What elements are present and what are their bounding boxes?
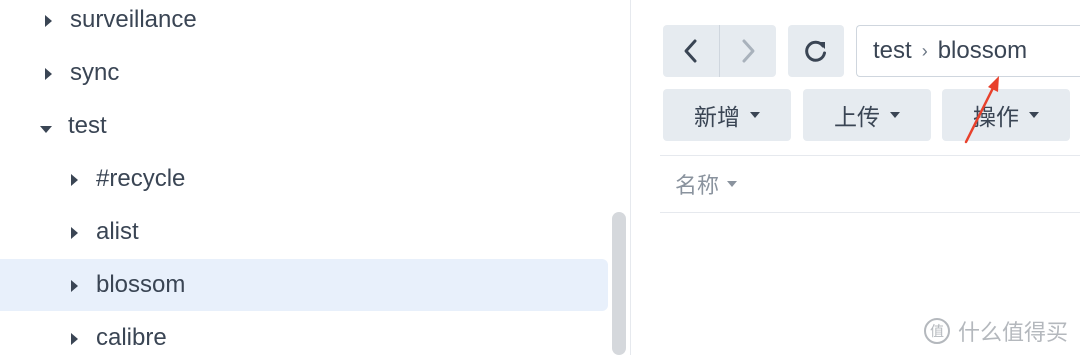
create-button[interactable]: 新增 [663,89,791,141]
tree-item-recycle[interactable]: #recycle [0,153,608,205]
tree-item-label: #recycle [96,165,186,192]
upload-button[interactable]: 上传 [803,89,931,141]
tree-item-label: alist [96,218,139,245]
tree-item-label: calibre [96,324,167,351]
forward-button[interactable] [720,25,776,77]
upload-label: 上传 [834,104,880,130]
folder-tree: surveillance sync test #recycle alist bl… [0,0,631,355]
tree-item-surveillance[interactable]: surveillance [0,0,608,46]
chevron-left-icon [684,39,697,63]
tree-item-label: surveillance [70,6,197,33]
caret-right-icon[interactable] [38,6,58,34]
tree-item-calibre[interactable]: calibre [0,312,608,355]
caret-right-icon[interactable] [64,218,84,246]
file-pane: test › blossom 新增 上传 操作 名称 值 什么值得买 [632,0,1080,355]
file-station-window: surveillance sync test #recycle alist bl… [0,0,1080,355]
tree-item-alist[interactable]: alist [0,206,608,258]
sort-caret-icon [727,181,738,187]
watermark-logo-icon: 值 [923,318,950,344]
name-column-label: 名称 [675,173,720,198]
refresh-icon [805,40,826,62]
caret-right-icon[interactable] [64,165,84,193]
chevron-right-icon [742,39,755,63]
tree-scrollbar[interactable] [612,212,626,355]
back-button[interactable] [663,25,719,77]
refresh-button[interactable] [788,25,844,77]
annotation-arrow-icon [964,76,999,144]
dropdown-caret-icon [890,112,900,118]
tree-item-label: sync [70,59,120,86]
caret-right-icon[interactable] [64,324,84,352]
site-watermark: 值 什么值得买 [923,315,1068,347]
dropdown-caret-icon [1029,112,1039,118]
breadcrumb-separator-icon: › [921,40,928,61]
breadcrumb-segment-blossom[interactable]: blossom [938,37,1027,65]
history-nav [663,25,776,77]
tree-item-label: test [68,112,107,139]
dropdown-caret-icon [750,112,760,118]
tree-item-label: blossom [96,271,186,298]
caret-down-icon[interactable] [36,112,56,140]
caret-right-icon[interactable] [64,271,84,299]
tree-item-blossom[interactable]: blossom [0,259,608,311]
watermark-text: 什么值得买 [957,320,1068,345]
name-column-header[interactable]: 名称 [660,155,1080,213]
caret-right-icon[interactable] [38,59,58,87]
breadcrumb-segment-test[interactable]: test [873,37,912,65]
tree-item-test[interactable]: test [0,100,608,152]
create-label: 新增 [694,104,740,130]
tree-item-sync[interactable]: sync [0,47,608,99]
